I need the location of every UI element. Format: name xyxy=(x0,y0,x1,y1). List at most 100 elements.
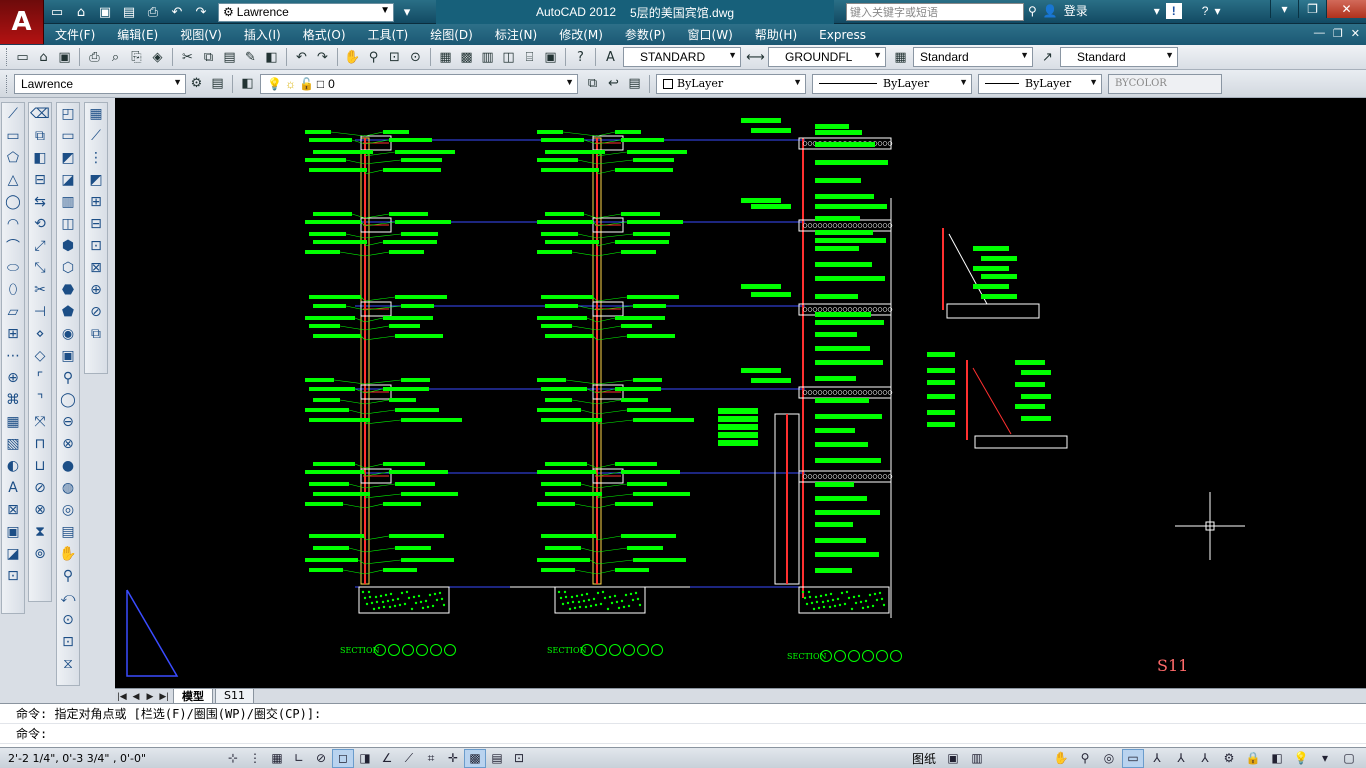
menu-help[interactable]: 帮助(H) xyxy=(744,24,808,45)
ucs-world-icon[interactable]: ⊞ xyxy=(85,191,107,213)
torus-icon[interactable]: ⬢ xyxy=(57,235,79,257)
object-snap-icon[interactable]: ◻ xyxy=(332,748,354,768)
plotstyle-select[interactable]: BYCOLOR xyxy=(1108,73,1222,94)
box-icon[interactable]: ▭ xyxy=(57,125,79,147)
ucs-object-icon[interactable]: ⊠ xyxy=(85,257,107,279)
erase-icon[interactable]: ⌫ xyxy=(29,103,51,125)
line-icon[interactable]: ⟋ xyxy=(2,103,24,125)
status-menu-icon[interactable]: ▾ xyxy=(1314,749,1336,768)
selection-cycling-icon[interactable]: ⊡ xyxy=(508,749,530,768)
tool-palettes-icon[interactable]: ▥ xyxy=(477,47,498,68)
offset-icon[interactable]: ⊟ xyxy=(29,169,51,191)
walk-icon[interactable]: ⊙ xyxy=(57,609,79,631)
menu-format[interactable]: 格式(O) xyxy=(292,24,357,45)
camera-icon[interactable]: ▤ xyxy=(57,521,79,543)
grid-display-icon[interactable]: ▦ xyxy=(266,749,288,768)
sphere-icon[interactable]: ▥ xyxy=(57,191,79,213)
fly-icon[interactable]: ⊡ xyxy=(57,631,79,653)
layer-previous-icon[interactable]: ↩ xyxy=(603,73,624,94)
annotation-scale-icon[interactable]: ⅄ xyxy=(1146,749,1168,768)
menu-dimension[interactable]: 标注(N) xyxy=(484,24,548,45)
save-icon[interactable]: ▣ xyxy=(94,2,116,22)
presspull-icon[interactable]: ⬟ xyxy=(57,301,79,323)
table-style-icon[interactable]: ▦ xyxy=(890,47,911,68)
boundary-icon[interactable]: ▣ xyxy=(2,521,24,543)
properties-icon[interactable]: ▦ xyxy=(435,47,456,68)
tab-layout-s11[interactable]: S11 xyxy=(215,688,254,704)
trim-icon[interactable]: ⊣ xyxy=(29,301,51,323)
match-properties-icon[interactable]: ✎ xyxy=(240,47,261,68)
isolate-objects-icon[interactable]: 💡 xyxy=(1290,749,1312,768)
new-icon[interactable]: ▭ xyxy=(12,47,33,68)
pan-icon[interactable]: ✋ xyxy=(57,543,79,565)
slice-icon[interactable]: ⧗ xyxy=(29,521,51,543)
polysolid-icon[interactable]: ◰ xyxy=(57,103,79,125)
save-icon[interactable]: ▣ xyxy=(54,47,75,68)
polar-tracking-icon[interactable]: ⊘ xyxy=(310,749,332,768)
toolbar-lock-icon[interactable]: 🔒 xyxy=(1242,749,1264,768)
subtract-icon[interactable]: ⊘ xyxy=(29,477,51,499)
redo-icon[interactable]: ↷ xyxy=(190,2,212,22)
drawing-canvas[interactable]: S11 SECTION SECTION SECTION xyxy=(115,98,1366,688)
render-icon[interactable]: ◍ xyxy=(57,477,79,499)
region-icon[interactable]: ▦ xyxy=(2,411,24,433)
subtract3d-icon[interactable]: ⊖ xyxy=(57,411,79,433)
menu-window[interactable]: 窗口(W) xyxy=(677,24,744,45)
first-tab-icon[interactable]: |◀ xyxy=(115,690,129,703)
lineweight-icon[interactable]: ✛ xyxy=(442,749,464,768)
menu-tools[interactable]: 工具(T) xyxy=(357,24,420,45)
annotation-visibility-icon[interactable]: ⅄ xyxy=(1170,749,1192,768)
dim-style-icon[interactable]: ⟷ xyxy=(745,47,766,68)
orbit-icon[interactable]: ⤺ xyxy=(57,587,79,609)
revision-cloud-icon[interactable]: ⌒ xyxy=(2,235,24,257)
intersect3d-icon[interactable]: ⊗ xyxy=(57,433,79,455)
lineweight-select[interactable]: ByLayer ▼ xyxy=(978,73,1102,94)
plot-preview-icon[interactable]: ⌕ xyxy=(105,47,126,68)
open-icon[interactable]: ⌂ xyxy=(33,47,54,68)
light-icon[interactable]: ◎ xyxy=(57,499,79,521)
menu-express[interactable]: Express xyxy=(808,24,877,45)
zoom-window-icon[interactable]: ⊡ xyxy=(384,47,405,68)
chevron-down-icon[interactable]: ▾ xyxy=(1154,4,1160,18)
menu-modify[interactable]: 修改(M) xyxy=(548,24,614,45)
ucs-apply-icon[interactable]: ⧉ xyxy=(85,323,107,345)
doc-minimize-icon[interactable]: — xyxy=(1314,27,1325,40)
plot-icon[interactable]: ⎙ xyxy=(84,47,105,68)
menu-file[interactable]: 文件(F) xyxy=(44,24,106,45)
transparency-icon[interactable]: ▩ xyxy=(464,748,486,768)
menu-insert[interactable]: 插入(I) xyxy=(233,24,292,45)
calculator-icon[interactable]: ▣ xyxy=(540,47,561,68)
new-file-icon[interactable]: ▭ xyxy=(46,2,68,22)
3d-object-snap-icon[interactable]: ◨ xyxy=(354,749,376,768)
sheet-set-icon[interactable]: ◫ xyxy=(498,47,519,68)
cone-icon[interactable]: ◪ xyxy=(57,169,79,191)
sweep-icon[interactable]: ◉ xyxy=(57,323,79,345)
cut-icon[interactable]: ✂ xyxy=(177,47,198,68)
array-icon[interactable]: ⇆ xyxy=(29,191,51,213)
wipeout-icon[interactable]: ◐ xyxy=(2,455,24,477)
align-icon[interactable]: ⊚ xyxy=(29,543,51,565)
chamfer-icon[interactable]: ⌝ xyxy=(29,389,51,411)
stretch-icon[interactable]: ✂ xyxy=(29,279,51,301)
layer-properties-icon[interactable]: ◧ xyxy=(237,73,258,94)
zoom-realtime-icon[interactable]: ⚲ xyxy=(363,47,384,68)
color-select[interactable]: ByLayer ▼ xyxy=(656,73,806,94)
donut-icon[interactable]: ⊡ xyxy=(2,565,24,587)
workspace-settings-icon[interactable]: ⚙ xyxy=(186,73,207,94)
arc-icon[interactable]: ◠ xyxy=(2,213,24,235)
zoom-icon[interactable]: ⚲ xyxy=(57,565,79,587)
make-current-icon[interactable]: ⧉ xyxy=(582,73,603,94)
menu-parametric[interactable]: 参数(P) xyxy=(614,24,677,45)
command-input[interactable]: 命令: xyxy=(0,724,1366,744)
login-link[interactable]: 登录 xyxy=(1064,2,1088,19)
gradient-icon[interactable]: ⌘ xyxy=(2,389,24,411)
publish-icon[interactable]: ⎘ xyxy=(126,47,147,68)
help-icon[interactable]: ? xyxy=(570,47,591,68)
table-style-select[interactable]: Standard ▼ xyxy=(913,47,1033,67)
design-center-icon[interactable]: ▩ xyxy=(456,47,477,68)
union-icon[interactable]: ⊔ xyxy=(29,455,51,477)
tab-model[interactable]: 模型 xyxy=(173,688,213,704)
undo-icon[interactable]: ↶ xyxy=(166,2,188,22)
zoom-icon[interactable]: ⚲ xyxy=(1074,749,1096,768)
application-menu-button[interactable]: A xyxy=(0,0,44,44)
